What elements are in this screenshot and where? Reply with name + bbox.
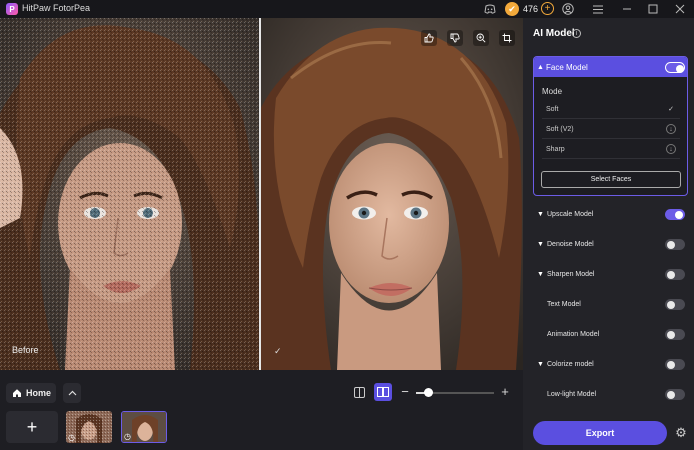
thumbnail-1[interactable]: ◷ <box>66 411 112 443</box>
before-image[interactable] <box>0 18 259 370</box>
app-title: HitPaw FotorPea <box>22 3 91 13</box>
before-label: Before <box>12 345 39 355</box>
maximize-icon[interactable] <box>646 2 660 16</box>
caret-down-icon[interactable]: ▼ <box>537 271 544 278</box>
thumb-up-icon[interactable] <box>421 30 437 46</box>
check-icon: ✓ <box>274 346 282 356</box>
clock-icon: ◷ <box>68 433 75 442</box>
home-icon <box>13 389 21 397</box>
sharpen-model-label: Sharpen Model <box>547 271 595 278</box>
add-image-button[interactable]: + <box>6 411 58 443</box>
discord-icon[interactable] <box>483 2 497 16</box>
download-icon[interactable]: ↓ <box>666 144 676 154</box>
home-label: Home <box>26 388 52 398</box>
thumb-down-icon[interactable] <box>447 30 463 46</box>
info-icon[interactable]: i <box>572 29 581 38</box>
animation-model-toggle[interactable] <box>665 329 685 340</box>
split-view-icon[interactable] <box>352 385 366 399</box>
coin-icon: ✔ <box>505 2 519 16</box>
low-light-model-toggle[interactable] <box>665 389 685 400</box>
colorize-model-toggle[interactable] <box>665 359 685 370</box>
zoom-out-button[interactable]: − <box>399 384 411 399</box>
download-icon[interactable]: ↓ <box>666 124 676 134</box>
export-button[interactable]: Export <box>533 421 667 445</box>
crop-icon[interactable] <box>499 30 515 46</box>
credit-count: 476 <box>523 4 539 14</box>
checkmark-icon: ✓ <box>668 106 674 113</box>
clock-icon: ◷ <box>124 432 131 441</box>
caret-down-icon[interactable]: ▼ <box>537 211 544 218</box>
menu-icon[interactable] <box>591 2 605 16</box>
upscale-model-toggle[interactable] <box>665 209 685 220</box>
zoom-in-icon[interactable] <box>473 30 489 46</box>
minimize-icon[interactable] <box>620 2 634 16</box>
home-button[interactable]: Home <box>6 383 56 403</box>
account-icon[interactable] <box>561 2 575 16</box>
caret-up-icon[interactable]: ▲ <box>537 64 544 71</box>
zoom-in-button[interactable]: + <box>498 384 512 399</box>
panel-title: AI Model <box>533 28 575 39</box>
mode-option-soft[interactable]: Soft ✓ <box>542 101 680 119</box>
caret-down-icon[interactable]: ▼ <box>537 241 544 248</box>
colorize-model-label: Colorize model <box>547 361 594 368</box>
zoom-slider-handle[interactable] <box>424 388 433 397</box>
face-model-label: Face Model <box>546 63 588 72</box>
text-model-toggle[interactable] <box>665 299 685 310</box>
side-by-side-icon[interactable] <box>374 383 392 401</box>
denoise-model-toggle[interactable] <box>665 239 685 250</box>
upscale-model-label: Upscale Model <box>547 211 594 218</box>
close-icon[interactable] <box>673 2 687 16</box>
mode-option-soft-v2[interactable]: Soft (V2) ↓ <box>542 121 680 139</box>
title-bar: P HitPaw FotorPea ✔ 476 + <box>0 0 694 18</box>
caret-down-icon[interactable]: ▼ <box>537 361 544 368</box>
app-logo-icon: P <box>6 3 18 15</box>
select-faces-button[interactable]: Select Faces <box>541 171 681 188</box>
mode-option-sharp[interactable]: Sharp ↓ <box>542 141 680 159</box>
buy-credits-button[interactable]: + <box>541 2 554 15</box>
sharpen-model-toggle[interactable] <box>665 269 685 280</box>
animation-model-label: Animation Model <box>547 331 600 338</box>
chevron-up-icon[interactable] <box>63 383 81 403</box>
text-model-label: Text Model <box>547 301 581 308</box>
thumbnail-2[interactable]: ◷ <box>121 411 167 443</box>
denoise-model-label: Denoise Model <box>547 241 594 248</box>
after-image[interactable] <box>261 18 523 370</box>
face-model-toggle[interactable] <box>665 62 685 73</box>
mode-label: Mode <box>542 87 563 96</box>
gear-icon[interactable]: ⚙ <box>674 425 688 440</box>
low-light-model-label: Low-light Model <box>547 391 597 398</box>
